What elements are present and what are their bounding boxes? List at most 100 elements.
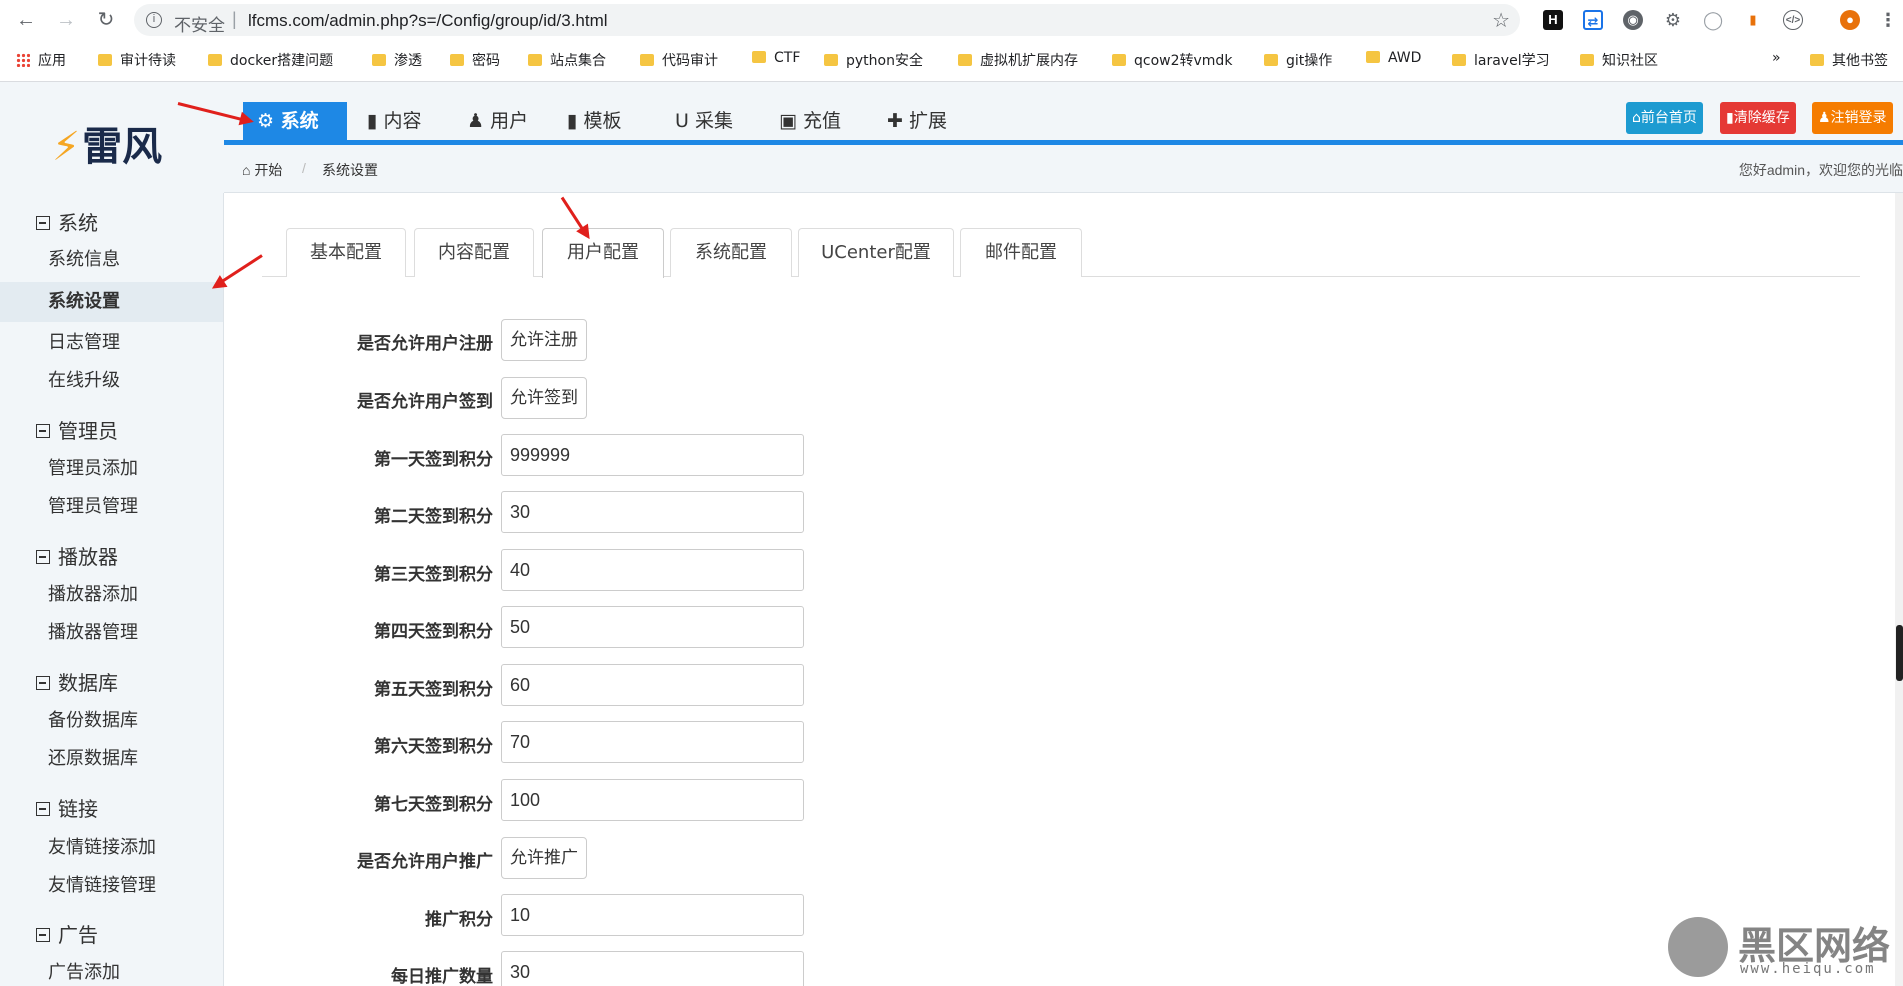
bookmark-item[interactable]: laravel学习 xyxy=(1452,50,1550,70)
logo[interactable]: ⚡雷风 xyxy=(52,114,162,172)
incognito-extension-icon[interactable]: ◉ xyxy=(1623,10,1643,30)
sidebar-item-log-management[interactable]: 日志管理 xyxy=(0,323,223,363)
sidebar-item-link-manage[interactable]: 友情链接管理 xyxy=(0,866,223,906)
forward-arrow-icon[interactable]: → xyxy=(54,8,78,32)
address-bar-row: ← → ↻ i 不安全 | lfcms.com/admin.php?s=/Con… xyxy=(0,0,1903,40)
menu-kebab-icon[interactable]: ⋮ xyxy=(1878,10,1898,30)
office-extension-icon[interactable]: ▮ xyxy=(1743,10,1763,30)
day4-points-input[interactable]: 50 xyxy=(501,606,804,648)
day6-points-input[interactable]: 70 xyxy=(501,721,804,763)
book-icon: ▮ xyxy=(367,110,378,132)
sidebar-group-player[interactable]: 播放器 xyxy=(36,541,118,570)
bookmark-item[interactable]: AWD xyxy=(1366,50,1421,66)
bookmark-item[interactable]: docker搭建问题 xyxy=(208,50,333,70)
tab-basic-config[interactable]: 基本配置 xyxy=(286,228,406,277)
bookmark-item[interactable]: 渗透 xyxy=(372,50,422,70)
bookmark-apps[interactable]: 应用 xyxy=(16,50,66,70)
translate-extension-icon[interactable]: ⇄ xyxy=(1583,10,1603,30)
sidebar-item-db-backup[interactable]: 备份数据库 xyxy=(0,701,223,741)
config-tabs: 基本配置 内容配置 用户配置 系统配置 UCenter配置 邮件配置 xyxy=(262,228,1860,278)
topnav-system[interactable]: ⚙ 系统 xyxy=(243,102,347,140)
sidebar-group-database[interactable]: 数据库 xyxy=(36,667,118,696)
bookmark-item[interactable]: git操作 xyxy=(1264,50,1332,70)
day5-points-input[interactable]: 60 xyxy=(501,664,804,706)
sidebar-item-admin-add[interactable]: 管理员添加 xyxy=(0,449,223,489)
url-text[interactable]: lfcms.com/admin.php?s=/Config/group/id/3… xyxy=(248,11,608,31)
tab-content-config[interactable]: 内容配置 xyxy=(414,228,534,277)
hackbar-extension-icon[interactable]: H xyxy=(1543,10,1563,30)
file-icon: ▮ xyxy=(567,110,578,132)
bookmarks-overflow-button[interactable]: » xyxy=(1772,50,1781,66)
topnav-user[interactable]: ♟ 用户 xyxy=(453,102,542,140)
star-icon[interactable]: ☆ xyxy=(1492,8,1510,33)
daily-promote-count-input[interactable]: 30 xyxy=(501,951,804,986)
label-day4-points: 第四天签到积分 xyxy=(374,622,493,642)
bookmark-item[interactable]: 审计待读 xyxy=(98,50,176,70)
sidebar-item-system-settings[interactable]: 系统设置 xyxy=(0,282,223,322)
sidebar-item-player-manage[interactable]: 播放器管理 xyxy=(0,613,223,653)
bookmark-item[interactable]: 站点集合 xyxy=(528,50,606,70)
url-bar[interactable]: i 不安全 | lfcms.com/admin.php?s=/Config/gr… xyxy=(134,4,1520,36)
scrollbar-track[interactable] xyxy=(1895,193,1903,986)
sidebar-item-admin-manage[interactable]: 管理员管理 xyxy=(0,487,223,527)
frontend-home-button[interactable]: ⌂前台首页 xyxy=(1626,102,1703,134)
bookmark-item[interactable]: 代码审计 xyxy=(640,50,718,70)
promote-points-input[interactable]: 10 xyxy=(501,894,804,936)
sidebar-item-system-info[interactable]: 系统信息 xyxy=(0,240,223,280)
tab-ucenter-config[interactable]: UCenter配置 xyxy=(798,228,954,277)
bookmark-item[interactable]: qcow2转vmdk xyxy=(1112,50,1232,70)
folder-icon xyxy=(1366,51,1380,63)
sidebar-group-system[interactable]: 系统 xyxy=(36,207,98,236)
browser-chrome: ← → ↻ i 不安全 | lfcms.com/admin.php?s=/Con… xyxy=(0,0,1903,82)
bookmark-item[interactable]: 虚拟机扩展内存 xyxy=(958,50,1078,70)
day2-points-input[interactable]: 30 xyxy=(501,491,804,533)
sidebar-group-links[interactable]: 链接 xyxy=(36,793,98,822)
topnav-extend[interactable]: ✚ 扩展 xyxy=(873,102,961,140)
topnav-recharge[interactable]: ▣ 充值 xyxy=(765,102,855,140)
day3-points-input[interactable]: 40 xyxy=(501,549,804,591)
circle-extension-icon[interactable]: ◯ xyxy=(1703,10,1723,30)
back-arrow-icon[interactable]: ← xyxy=(14,8,38,32)
sidebar-item-online-upgrade[interactable]: 在线升级 xyxy=(0,361,223,401)
allow-register-toggle[interactable]: 允许注册 xyxy=(501,319,587,361)
day1-points-input[interactable]: 999999 xyxy=(501,434,804,476)
allow-promote-toggle[interactable]: 允许推广 xyxy=(501,837,587,879)
gear-extension-icon[interactable]: ⚙ xyxy=(1663,10,1683,30)
gear-icon: ⚙ xyxy=(257,110,275,132)
bookmark-item[interactable]: CTF xyxy=(752,50,800,66)
topnav-template[interactable]: ▮ 模板 xyxy=(553,102,636,140)
bookmark-item[interactable]: 密码 xyxy=(450,50,500,70)
tab-mail-config[interactable]: 邮件配置 xyxy=(960,228,1082,277)
breadcrumb-current: 系统设置 xyxy=(322,162,378,178)
sidebar-group-admin[interactable]: 管理员 xyxy=(36,415,118,444)
label-day3-points: 第三天签到积分 xyxy=(374,565,493,585)
folder-icon xyxy=(640,54,654,66)
bookmark-item[interactable]: 知识社区 xyxy=(1580,50,1658,70)
sidebar-group-ads[interactable]: 广告 xyxy=(36,919,98,948)
sidebar-item-link-add[interactable]: 友情链接添加 xyxy=(0,828,223,868)
sidebar-item-db-restore[interactable]: 还原数据库 xyxy=(0,739,223,779)
sidebar-item-player-add[interactable]: 播放器添加 xyxy=(0,575,223,615)
profile-avatar-icon[interactable]: ● xyxy=(1840,10,1860,30)
folder-icon xyxy=(528,54,542,66)
breadcrumb-home[interactable]: ⌂ 开始 xyxy=(242,160,282,180)
logout-button[interactable]: ♟注销登录 xyxy=(1812,102,1893,134)
tab-system-config[interactable]: 系统配置 xyxy=(670,228,792,277)
reload-icon[interactable]: ↻ xyxy=(94,8,118,32)
sidebar-item-ad-add[interactable]: 广告添加 xyxy=(0,953,223,986)
scrollbar-thumb[interactable] xyxy=(1896,625,1903,681)
label-day6-points: 第六天签到积分 xyxy=(374,737,493,757)
allow-signin-toggle[interactable]: 允许签到 xyxy=(501,377,587,419)
bookmark-item[interactable]: python安全 xyxy=(824,50,923,70)
welcome-text: 您好admin，欢迎您的光临 xyxy=(1738,162,1903,178)
tab-user-config[interactable]: 用户配置 xyxy=(542,228,664,278)
clear-cache-button[interactable]: ▮清除缓存 xyxy=(1720,102,1796,134)
topnav-content[interactable]: ▮ 内容 xyxy=(353,102,436,140)
bookmark-other[interactable]: 其他书签 xyxy=(1810,50,1888,70)
info-icon[interactable]: i xyxy=(146,12,162,28)
watermark-logo-icon xyxy=(1668,917,1728,977)
code-extension-icon[interactable]: </> xyxy=(1783,10,1803,30)
topnav-collect[interactable]: U 采集 xyxy=(661,102,747,140)
folder-icon xyxy=(1452,54,1466,66)
day7-points-input[interactable]: 100 xyxy=(501,779,804,821)
